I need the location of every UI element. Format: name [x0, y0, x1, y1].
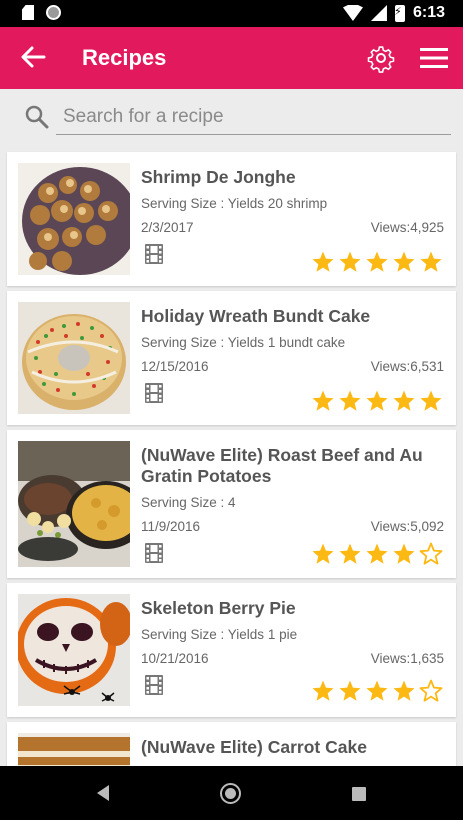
star-filled-icon: [420, 251, 442, 272]
nav-home-circle-icon[interactable]: [220, 783, 241, 804]
recipe-card[interactable]: Shrimp De Jonghe Serving Size : Yields 2…: [7, 152, 456, 286]
search-bar: [0, 89, 463, 149]
search-input[interactable]: [56, 99, 451, 135]
star-filled-icon: [393, 680, 415, 701]
recipe-date: 12/15/2016: [141, 359, 209, 374]
star-filled-icon: [339, 680, 361, 701]
system-nav-bar: [0, 766, 463, 820]
star-filled-icon: [366, 680, 388, 701]
app-frame: 6:13 Recipes: [0, 0, 463, 820]
back-arrow-icon[interactable]: [18, 42, 48, 72]
star-filled-icon: [339, 390, 361, 411]
recipe-views: Views:1,635: [370, 651, 444, 666]
star-rating: [311, 542, 443, 566]
page-title: Recipes: [82, 45, 167, 70]
recipe-card[interactable]: Skeleton Berry Pie Serving Size : Yields…: [7, 583, 456, 717]
recipe-card[interactable]: (NuWave Elite) Roast Beef and Au Gratin …: [7, 430, 456, 578]
star-filled-icon: [339, 251, 361, 272]
settings-gear-icon[interactable]: [366, 43, 396, 73]
star-empty-icon: [419, 542, 443, 565]
recipe-list[interactable]: Shrimp De Jonghe Serving Size : Yields 2…: [0, 150, 463, 766]
star-rating: [311, 250, 443, 274]
star-filled-icon: [366, 251, 388, 272]
video-film-icon[interactable]: [145, 675, 163, 695]
status-clock: 6:13: [412, 4, 445, 21]
star-filled-icon: [312, 390, 334, 411]
star-empty-icon: [419, 679, 443, 702]
status-bar: 6:13: [0, 0, 463, 27]
recipe-card[interactable]: (NuWave Elite) Carrot Cake: [7, 722, 456, 766]
hamburger-menu-icon[interactable]: [419, 44, 449, 72]
star-rating: [311, 389, 443, 413]
nav-back-triangle-icon[interactable]: [95, 784, 111, 802]
star-filled-icon: [312, 543, 334, 564]
star-filled-icon: [312, 680, 334, 701]
recipe-card[interactable]: Holiday Wreath Bundt Cake Serving Size :…: [7, 291, 456, 425]
star-filled-icon: [312, 251, 334, 272]
recipe-title: Shrimp De Jonghe: [141, 167, 296, 187]
app-bar: Recipes: [0, 27, 463, 89]
recipe-views: Views:4,925: [370, 220, 444, 235]
recipe-views: Views:6,531: [370, 359, 444, 374]
recipe-title: Skeleton Berry Pie: [141, 598, 296, 618]
cell-signal-icon: [370, 5, 387, 21]
recipe-serving-size: Serving Size : 4: [141, 495, 236, 510]
recipe-thumbnail: [18, 163, 130, 275]
star-filled-icon: [339, 543, 361, 564]
battery-charging-icon: [394, 4, 405, 22]
star-filled-icon: [393, 390, 415, 411]
sd-card-icon: [22, 5, 34, 20]
search-icon: [25, 105, 49, 129]
star-rating: [311, 679, 443, 703]
recipe-serving-size: Serving Size : Yields 20 shrimp: [141, 196, 328, 211]
recipe-thumbnail: [18, 733, 130, 766]
star-filled-icon: [420, 390, 442, 411]
recipe-title: (NuWave Elite) Carrot Cake: [141, 737, 367, 757]
video-film-icon[interactable]: [145, 383, 163, 403]
video-film-icon[interactable]: [145, 244, 163, 264]
star-filled-icon: [393, 251, 415, 272]
recipe-serving-size: Serving Size : Yields 1 bundt cake: [141, 335, 346, 350]
recipe-serving-size: Serving Size : Yields 1 pie: [141, 627, 298, 642]
star-filled-icon: [366, 543, 388, 564]
notification-dot-icon: [46, 5, 61, 20]
wifi-icon: [342, 5, 363, 21]
recipe-date: 2/3/2017: [141, 220, 194, 235]
recipe-thumbnail: [18, 441, 130, 567]
star-filled-icon: [393, 543, 415, 564]
recipe-thumbnail: [18, 302, 130, 414]
recipe-date: 10/21/2016: [141, 651, 209, 666]
recipe-thumbnail: [18, 594, 130, 706]
nav-recents-square-icon[interactable]: [352, 787, 366, 801]
recipe-title: Holiday Wreath Bundt Cake: [141, 306, 371, 326]
star-filled-icon: [366, 390, 388, 411]
recipe-views: Views:5,092: [370, 519, 444, 534]
video-film-icon[interactable]: [145, 543, 163, 563]
recipe-title: (NuWave Elite) Roast Beef and Au Gratin …: [141, 445, 423, 486]
recipe-date: 11/9/2016: [141, 519, 201, 534]
